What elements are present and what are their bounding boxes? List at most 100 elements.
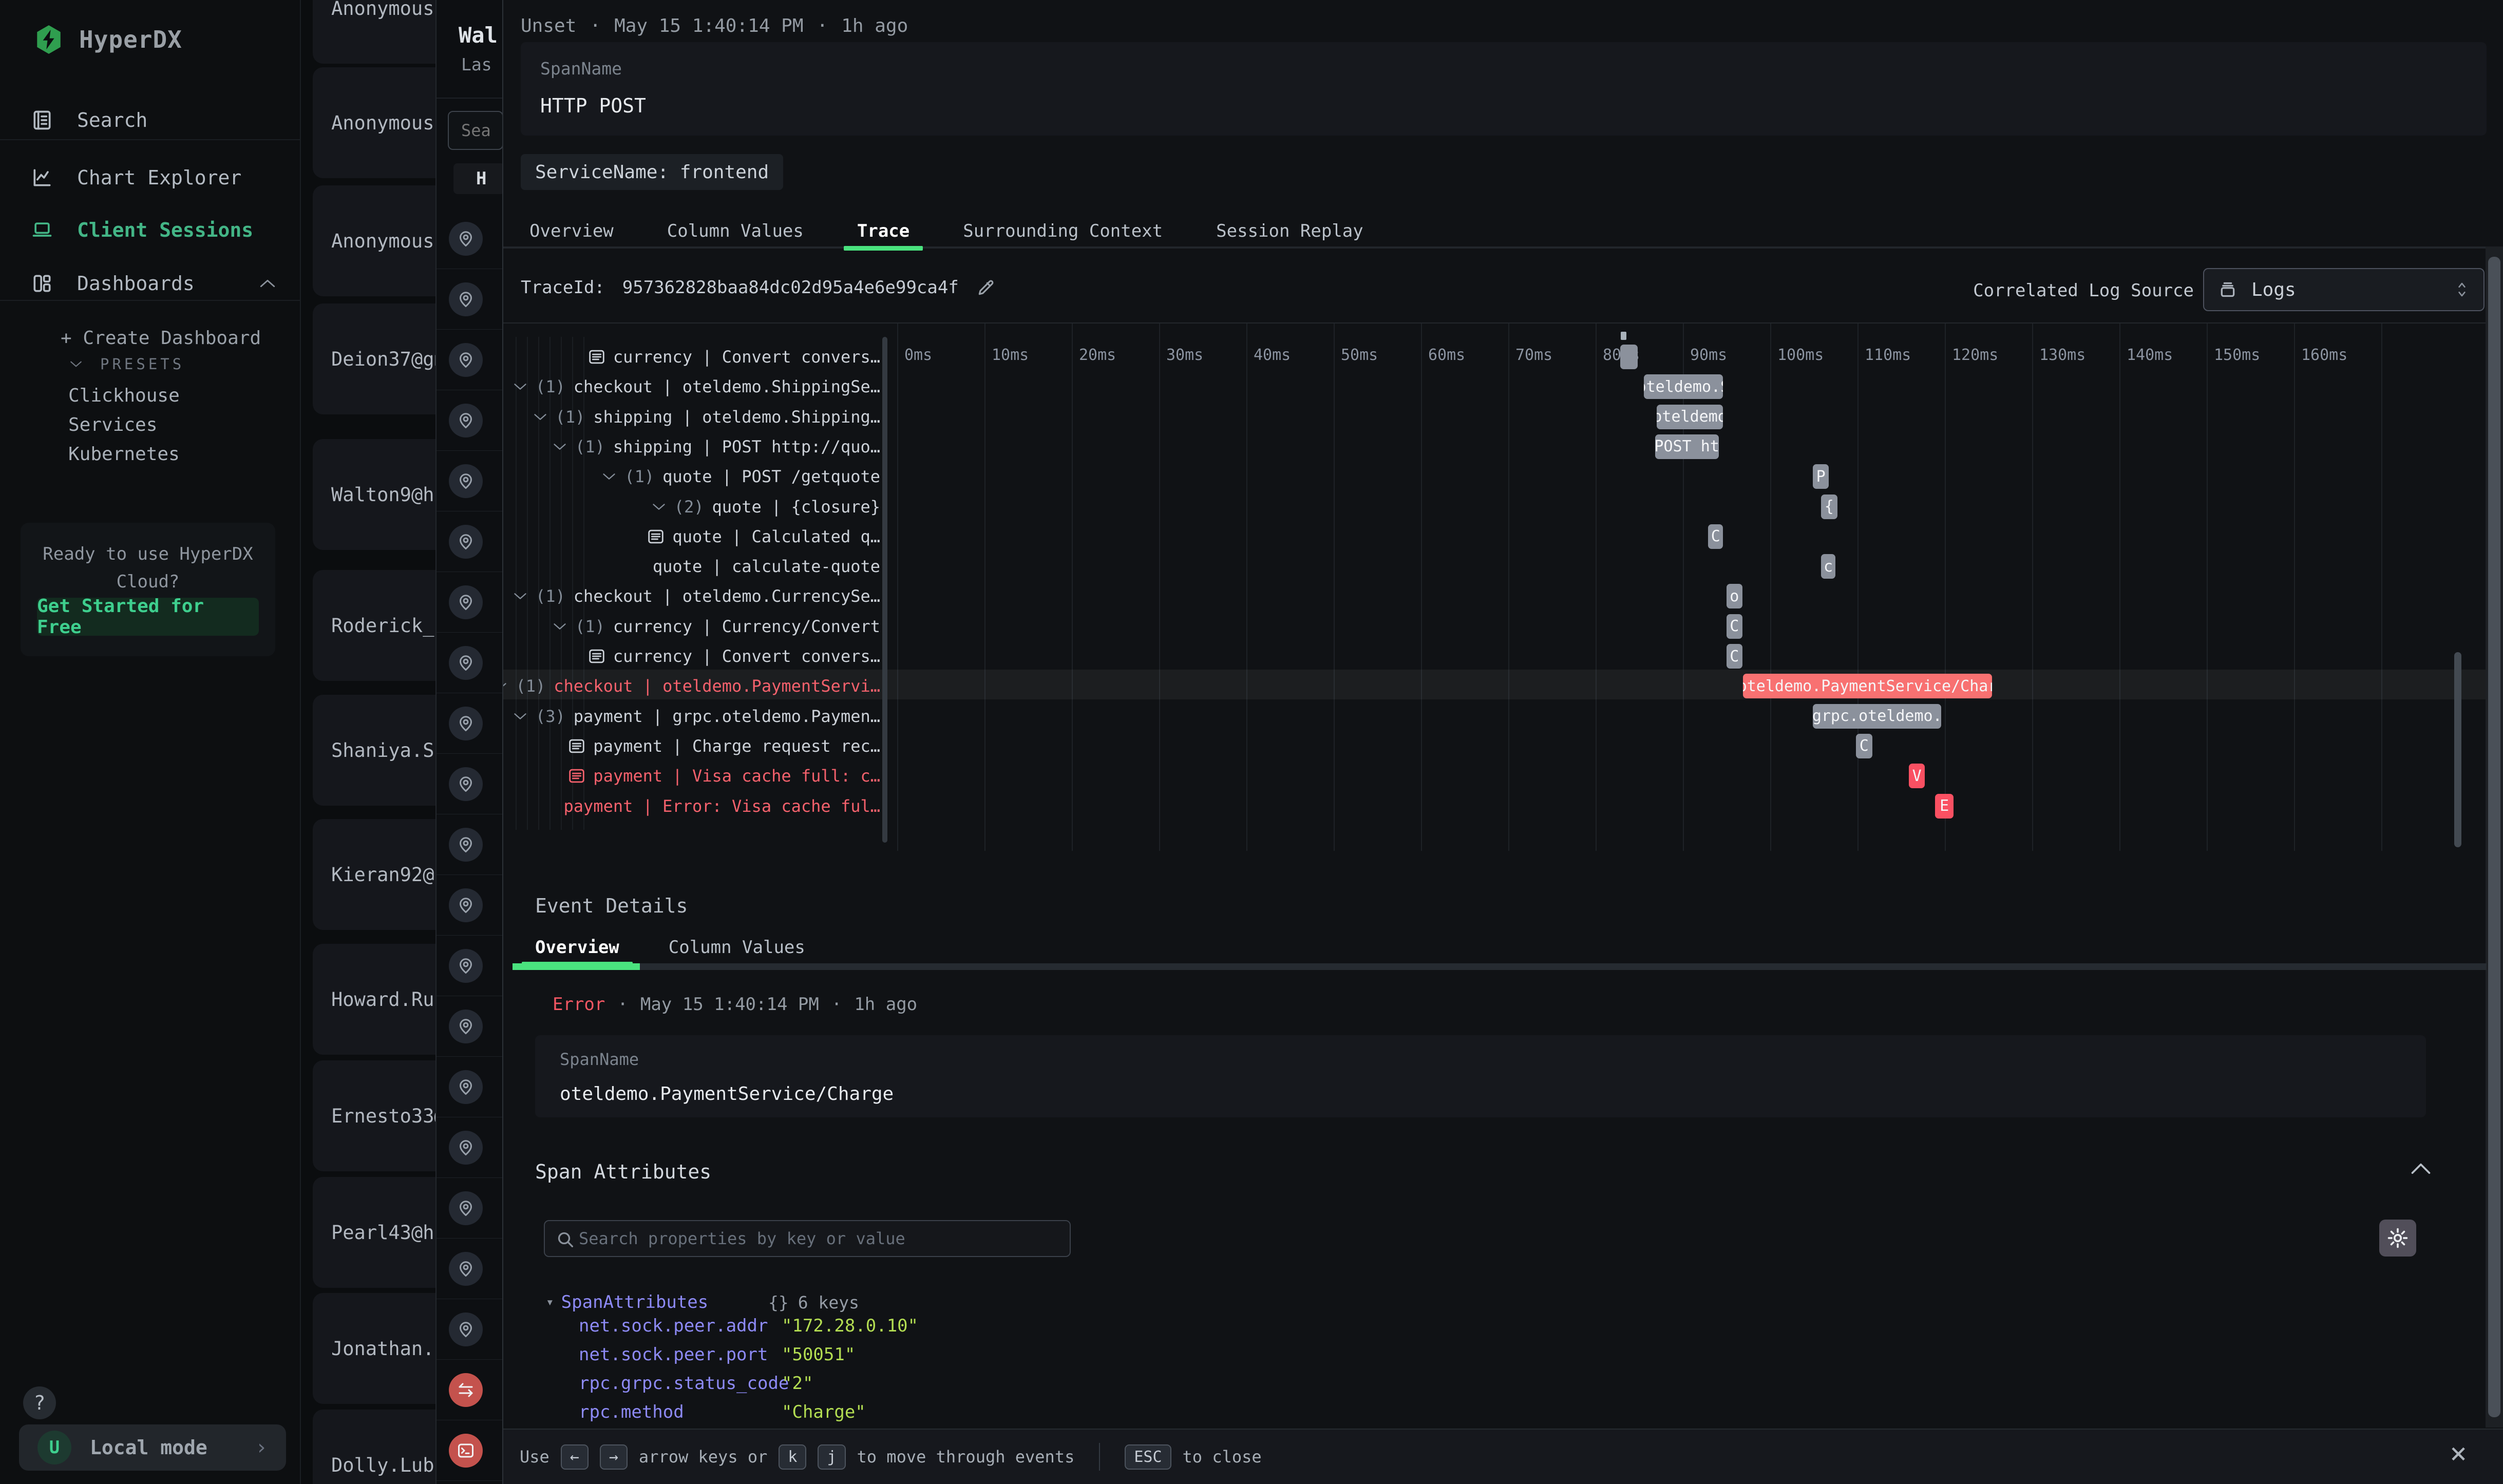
session-event[interactable] (437, 1057, 502, 1117)
session-event[interactable] (437, 996, 502, 1057)
settings-button[interactable] (2379, 1220, 2416, 1257)
chevron-down-icon[interactable] (553, 622, 567, 631)
drawer-tab[interactable]: Surrounding Context (963, 216, 1163, 246)
session-card[interactable]: Deion37@gm (313, 303, 435, 414)
drawer-tab[interactable]: Overview (529, 216, 614, 246)
trace-span-bar[interactable]: c (1821, 554, 1836, 579)
trace-span-bar[interactable]: { (1821, 494, 1837, 519)
trace-row[interactable]: (1)currency | Currency/Convert (503, 612, 880, 641)
session-card[interactable]: Anonymous (313, 67, 435, 178)
trace-row[interactable]: (1)checkout | oteldemo.CurrencySe… (503, 581, 880, 611)
session-event[interactable] (437, 1420, 502, 1481)
tree-scrollbar[interactable] (882, 337, 887, 843)
sidebar-item-chart-explorer[interactable]: Chart Explorer (0, 158, 301, 197)
chevron-down-icon[interactable] (503, 681, 507, 691)
chevron-down-icon[interactable] (553, 442, 567, 451)
session-filter-button[interactable]: H (453, 163, 502, 194)
trace-row[interactable]: (2)quote | {closure} (503, 492, 880, 522)
trace-row[interactable]: payment | Charge request rec… (503, 731, 880, 761)
preset-item[interactable]: Kubernetes (68, 440, 180, 469)
session-card[interactable]: Ernesto33@ (313, 1060, 435, 1171)
session-event[interactable] (437, 1117, 502, 1178)
get-started-button[interactable]: Get Started for Free (37, 598, 259, 636)
collapse-section-chevron-icon[interactable] (2410, 1162, 2432, 1175)
chevron-down-icon[interactable] (513, 712, 527, 721)
drawer-tab[interactable]: Session Replay (1216, 216, 1363, 246)
trace-row[interactable]: payment | Visa cache full: c… (503, 761, 880, 791)
trace-row[interactable]: (1)shipping | POST http://quo… (503, 432, 880, 462)
session-search-input[interactable] (448, 111, 502, 150)
session-event[interactable] (437, 269, 502, 330)
service-name-chip[interactable]: ServiceName: frontend (521, 154, 783, 190)
session-event[interactable] (437, 572, 502, 633)
log-source-select[interactable]: Logs (2203, 268, 2485, 311)
session-card[interactable]: Kieran92@h (313, 819, 435, 930)
session-event[interactable] (437, 511, 502, 572)
session-card[interactable]: Jonathan.B (313, 1293, 435, 1404)
local-mode-button[interactable]: U Local mode › (19, 1424, 286, 1471)
trace-span-bar[interactable]: oteldemo (1657, 405, 1723, 429)
trace-row[interactable]: (1)checkout | oteldemo.PaymentServi… (503, 671, 880, 701)
session-card[interactable]: Dolly.Lubo (313, 1410, 435, 1484)
trace-row[interactable]: payment | Error: Visa cache ful… (503, 791, 880, 821)
trace-span-bar[interactable]: P (1813, 464, 1829, 489)
drawer-scrollbar-thumb[interactable] (2488, 257, 2500, 1417)
trace-span-bar[interactable]: C (1727, 614, 1742, 639)
session-event[interactable] (437, 1360, 502, 1420)
session-card[interactable]: Pearl43@ho (313, 1177, 435, 1288)
chevron-down-icon[interactable] (513, 592, 527, 601)
trace-row[interactable]: (3)payment | grpc.oteldemo.Paymen… (503, 701, 880, 731)
session-event[interactable] (437, 633, 502, 693)
session-event[interactable] (437, 1299, 502, 1360)
session-event[interactable] (437, 936, 502, 996)
session-card[interactable]: Howard.Run (313, 944, 435, 1055)
trace-span-bar[interactable]: C (1708, 524, 1723, 549)
session-event[interactable] (437, 330, 502, 390)
session-event[interactable] (437, 814, 502, 875)
edit-pencil-icon[interactable] (976, 278, 996, 297)
trace-span-bar[interactable]: V (1909, 764, 1925, 788)
preset-item[interactable]: Services (68, 410, 180, 440)
session-event[interactable] (437, 693, 502, 754)
trace-row[interactable]: currency | Convert convers… (503, 641, 880, 671)
trace-span-bar[interactable]: E (1935, 794, 1954, 819)
sidebar-item-dashboards[interactable]: Dashboards (0, 264, 301, 303)
span-attributes-root[interactable]: ▾ SpanAttributes (546, 1289, 708, 1316)
sidebar-item-client-sessions[interactable]: Client Sessions (0, 211, 301, 250)
event-details-tab[interactable]: Overview (535, 933, 619, 962)
trace-row[interactable]: (1)checkout | oteldemo.ShippingSe… (503, 372, 880, 402)
sidebar-item-search[interactable]: Search (0, 101, 301, 140)
session-event[interactable] (437, 875, 502, 936)
close-icon[interactable]: × (2450, 1437, 2467, 1470)
create-dashboard-button[interactable]: + Create Dashboard (61, 328, 261, 349)
drawer-tab[interactable]: Column Values (667, 216, 804, 246)
session-card[interactable]: Anonymous (313, 185, 435, 296)
chevron-down-icon[interactable] (652, 502, 666, 511)
trace-row[interactable]: currency | Convert convers… (503, 342, 880, 372)
session-event[interactable] (437, 1178, 502, 1239)
session-card[interactable]: Roderick_S (313, 570, 435, 681)
waterfall-scrollbar[interactable] (2454, 652, 2461, 847)
session-event[interactable] (437, 390, 502, 451)
session-card[interactable]: Walton9@ho (313, 439, 435, 550)
chevron-down-icon[interactable] (602, 472, 616, 481)
trace-row[interactable]: quote | Calculated q… (503, 522, 880, 551)
help-button[interactable]: ? (23, 1386, 56, 1419)
session-event[interactable] (437, 1239, 502, 1299)
properties-search-input[interactable] (579, 1221, 1065, 1256)
trace-span-bar[interactable]: oteldemo.S (1644, 374, 1723, 399)
session-card[interactable]: Shaniya.Sc (313, 695, 435, 806)
trace-span-bar[interactable]: C (1856, 734, 1872, 758)
event-details-tab[interactable]: Column Values (669, 933, 805, 962)
trace-row[interactable]: quote | calculate-quote (503, 551, 880, 581)
chevron-down-icon[interactable] (533, 412, 547, 422)
trace-row[interactable]: (1)shipping | oteldemo.Shipping… (503, 402, 880, 432)
trace-span-bar[interactable]: grpc.oteldemo. (1813, 704, 1941, 729)
preset-item[interactable]: Clickhouse (68, 381, 180, 410)
session-event[interactable] (437, 451, 502, 511)
presets-header[interactable]: PRESETS (69, 355, 184, 373)
trace-span-bar[interactable]: C (1727, 644, 1742, 669)
trace-row[interactable]: (1)quote | POST /getquote (503, 462, 880, 491)
session-card[interactable]: Anonymous (313, 0, 435, 64)
chevron-up-icon[interactable] (259, 278, 276, 289)
